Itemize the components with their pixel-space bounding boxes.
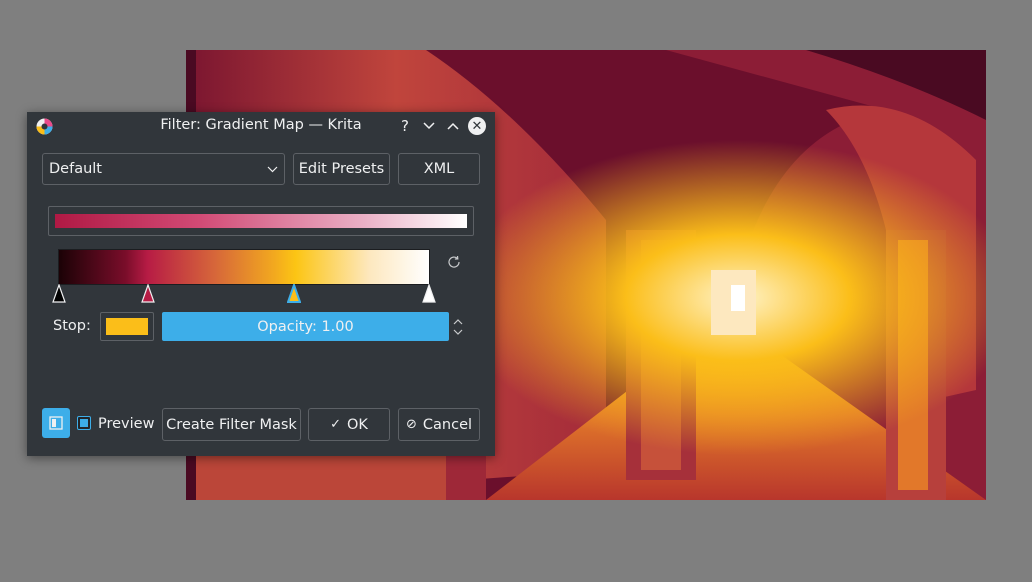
- cancel-label: Cancel: [422, 416, 473, 433]
- preset-dropdown[interactable]: Default: [42, 153, 285, 185]
- cancel-icon: ⊘: [405, 417, 417, 432]
- chevron-down-icon: [267, 166, 278, 173]
- split-view-toggle-button[interactable]: [42, 408, 70, 438]
- close-icon: ✕: [468, 117, 486, 135]
- title-bar[interactable]: Filter: Gradient Map — Krita ? ✕: [27, 112, 495, 140]
- gradient-map-dialog: Filter: Gradient Map — Krita ? ✕ Default…: [27, 112, 495, 456]
- opacity-spin-arrows[interactable]: [452, 317, 464, 337]
- maximize-button[interactable]: [443, 116, 463, 136]
- split-view-icon: [49, 416, 63, 430]
- ok-button[interactable]: ✓ OK: [308, 408, 390, 441]
- stop-color-button[interactable]: [100, 312, 154, 341]
- chevron-down-icon: [423, 122, 435, 130]
- cancel-button[interactable]: ⊘ Cancel: [398, 408, 480, 441]
- preset-selected-value: Default: [49, 161, 102, 177]
- minimize-button[interactable]: [419, 116, 439, 136]
- opacity-slider[interactable]: Opacity: 1.00: [162, 312, 449, 341]
- spin-down-icon: [453, 329, 463, 335]
- preview-label: Preview: [98, 416, 155, 432]
- stop-color-swatch: [106, 318, 148, 335]
- help-button[interactable]: ?: [395, 116, 415, 136]
- gradient-stop[interactable]: [141, 284, 155, 304]
- gradient-stop[interactable]: [52, 284, 66, 304]
- gradient-preview-bar: [55, 214, 467, 228]
- close-button[interactable]: ✕: [467, 116, 487, 136]
- gradient-stop-selected[interactable]: [287, 284, 301, 304]
- xml-button[interactable]: XML: [398, 153, 480, 185]
- gradient-stop[interactable]: [422, 284, 436, 304]
- stop-label: Stop:: [53, 318, 91, 334]
- ok-label: OK: [346, 416, 368, 433]
- gradient-preview: [48, 206, 474, 236]
- create-filter-mask-button[interactable]: Create Filter Mask: [162, 408, 301, 441]
- spin-up-icon: [453, 319, 463, 325]
- gradient-editor-bar[interactable]: [58, 249, 430, 285]
- preview-checkbox[interactable]: [77, 416, 91, 430]
- chevron-up-icon: [447, 122, 459, 130]
- check-icon: ✓: [330, 417, 341, 432]
- reset-icon[interactable]: [446, 254, 462, 270]
- edit-presets-button[interactable]: Edit Presets: [293, 153, 390, 185]
- checkbox-mark: [80, 419, 88, 427]
